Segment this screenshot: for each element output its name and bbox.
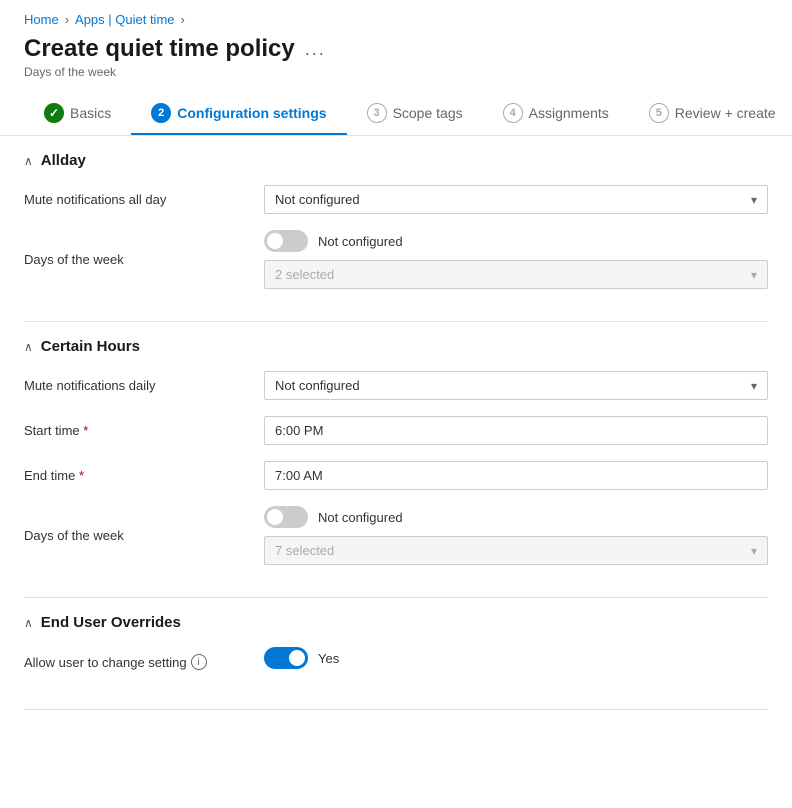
certain-hours-section: ∧ Certain Hours Mute notifications daily… [24, 322, 768, 598]
page-subtitle: Days of the week [0, 65, 792, 91]
certain-mute-caret-icon: ▾ [751, 379, 757, 393]
allday-mute-row: Mute notifications all day Not configure… [24, 185, 768, 214]
tab-scope-label: Scope tags [393, 105, 463, 121]
allow-change-info-icon[interactable]: i [191, 654, 207, 670]
allow-change-toggle-row: Yes [264, 647, 768, 669]
allow-change-label: Allow user to change setting [24, 655, 187, 670]
breadcrumb-home[interactable]: Home [24, 12, 59, 27]
tab-review[interactable]: 5 Review + create [629, 91, 792, 135]
certain-mute-value: Not configured [275, 378, 360, 393]
start-time-label: Start time * [24, 423, 264, 438]
main-content: ∧ Allday Mute notifications all day Not … [0, 136, 792, 710]
allday-days-toggle-row: Not configured [264, 230, 768, 252]
end-time-control [264, 461, 768, 490]
certain-mute-row: Mute notifications daily Not configured … [24, 371, 768, 400]
allday-days-dropdown-value: 2 selected [275, 267, 334, 282]
page-title: Create quiet time policy [24, 35, 295, 63]
tab-review-label: Review + create [675, 105, 776, 121]
allday-days-control: Not configured 2 selected ▾ [264, 230, 768, 289]
wizard-tabs: ✓ Basics 2 Configuration settings 3 Scop… [0, 91, 792, 136]
certain-days-dropdown-caret-icon: ▾ [751, 544, 757, 558]
start-time-input[interactable] [264, 416, 768, 445]
certain-days-label: Days of the week [24, 528, 264, 543]
breadcrumb-apps[interactable]: Apps | Quiet time [75, 12, 174, 27]
step-config-circle: 2 [151, 103, 171, 123]
certain-days-row: Days of the week Not configured 7 select… [24, 506, 768, 565]
certain-days-toggle-row: Not configured [264, 506, 768, 528]
allday-days-row: Days of the week Not configured 2 select… [24, 230, 768, 289]
certain-hours-header[interactable]: ∧ Certain Hours [24, 338, 768, 355]
start-time-row: Start time * [24, 416, 768, 445]
tab-configuration[interactable]: 2 Configuration settings [131, 91, 346, 135]
certain-days-toggle-label: Not configured [318, 510, 403, 525]
end-user-overrides-section: ∧ End User Overrides Allow user to chang… [24, 598, 768, 710]
certain-hours-title: Certain Hours [41, 338, 140, 355]
allow-change-control: Yes [264, 647, 768, 677]
allday-mute-caret-icon: ▾ [751, 193, 757, 207]
tab-basics[interactable]: ✓ Basics [24, 91, 131, 135]
allow-change-toggle-slider [264, 647, 308, 669]
step-scope-circle: 3 [367, 103, 387, 123]
allday-mute-value: Not configured [275, 192, 360, 207]
page-header: Create quiet time policy ... [0, 31, 792, 65]
tab-basics-label: Basics [70, 105, 111, 121]
step-basics-circle: ✓ [44, 103, 64, 123]
step-assignments-circle: 4 [503, 103, 523, 123]
allday-days-label: Days of the week [24, 252, 264, 267]
certain-days-toggle[interactable] [264, 506, 308, 528]
certain-days-dropdown[interactable]: 7 selected ▾ [264, 536, 768, 565]
allday-days-toggle[interactable] [264, 230, 308, 252]
end-time-label: End time * [24, 468, 264, 483]
allday-days-toggle-label: Not configured [318, 234, 403, 249]
allow-change-row: Allow user to change setting i Yes [24, 647, 768, 677]
more-options-icon[interactable]: ... [305, 39, 326, 60]
certain-mute-control: Not configured ▾ [264, 371, 768, 400]
certain-days-control: Not configured 7 selected ▾ [264, 506, 768, 565]
tab-assignments-label: Assignments [529, 105, 609, 121]
allday-days-dropdown[interactable]: 2 selected ▾ [264, 260, 768, 289]
allday-section-header[interactable]: ∧ Allday [24, 152, 768, 169]
end-time-input[interactable] [264, 461, 768, 490]
certain-mute-label: Mute notifications daily [24, 378, 264, 393]
allday-days-toggle-slider [264, 230, 308, 252]
certain-mute-dropdown[interactable]: Not configured ▾ [264, 371, 768, 400]
allday-section-title: Allday [41, 152, 86, 169]
allday-mute-label: Mute notifications all day [24, 192, 264, 207]
allow-change-toggle-label: Yes [318, 651, 339, 666]
certain-days-toggle-slider [264, 506, 308, 528]
allow-change-label-container: Allow user to change setting i [24, 654, 264, 670]
end-user-overrides-header[interactable]: ∧ End User Overrides [24, 614, 768, 631]
end-user-chevron-icon: ∧ [24, 616, 33, 630]
certain-hours-chevron-icon: ∧ [24, 340, 33, 354]
tab-assignments[interactable]: 4 Assignments [483, 91, 629, 135]
end-user-overrides-title: End User Overrides [41, 614, 181, 631]
allday-chevron-icon: ∧ [24, 154, 33, 168]
end-time-row: End time * [24, 461, 768, 490]
allday-mute-control: Not configured ▾ [264, 185, 768, 214]
allday-mute-dropdown[interactable]: Not configured ▾ [264, 185, 768, 214]
allday-days-dropdown-caret-icon: ▾ [751, 268, 757, 282]
allow-change-toggle[interactable] [264, 647, 308, 669]
start-time-control [264, 416, 768, 445]
allday-section: ∧ Allday Mute notifications all day Not … [24, 136, 768, 322]
tab-configuration-label: Configuration settings [177, 105, 326, 121]
step-review-circle: 5 [649, 103, 669, 123]
tab-scope[interactable]: 3 Scope tags [347, 91, 483, 135]
certain-days-dropdown-value: 7 selected [275, 543, 334, 558]
breadcrumb: Home › Apps | Quiet time › [0, 0, 792, 31]
